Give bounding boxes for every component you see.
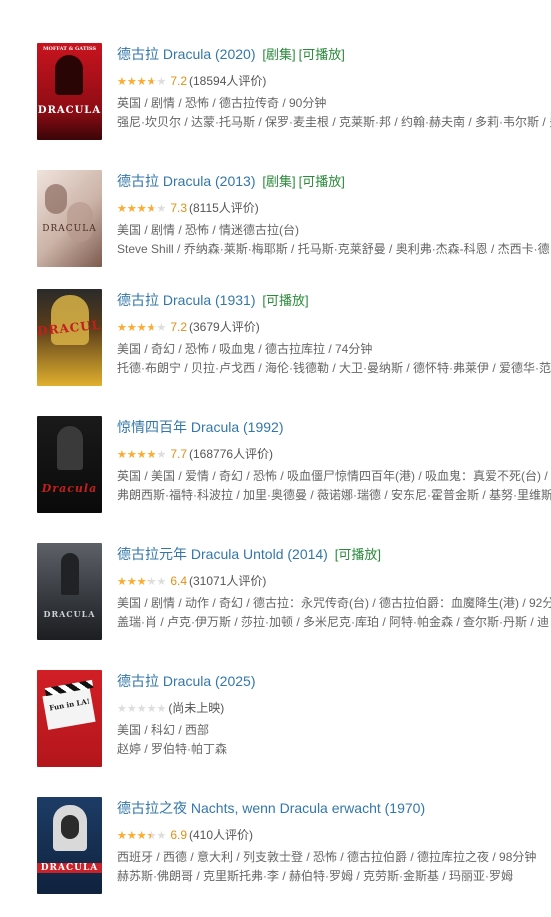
rating-stars-icon: ★★★★★★★★★★ (117, 322, 167, 334)
movie-cast-info: 盖瑞·肖 / 卢克·伊万斯 / 莎拉·加顿 / 多米尼克·库珀 / 阿特·帕金森… (117, 615, 549, 629)
movie-meta-info: 美国 / 剧情 / 恐怖 / 情迷德古拉(台) (117, 223, 299, 237)
movie-cast-info: 弗朗西斯·福特·科波拉 / 加里·奥德曼 / 薇诺娜·瑞德 / 安东尼·霍普金斯… (117, 488, 551, 502)
tag-playable[interactable]: [可播放] (262, 293, 308, 308)
movie-result-list: MOFFAT & GATISS DRACULA 德古拉 Dracula (202… (0, 0, 551, 898)
list-item: DRACULA 德古拉元年 Dracula Untold (2014) [可播放… (0, 543, 551, 663)
movie-meta-info: 西班牙 / 西德 / 意大利 / 列支敦士登 / 恐怖 / 德古拉伯爵 / 德拉… (117, 850, 537, 864)
list-item: DRACULA 德古拉之夜 Nachts, wenn Dracula erwac… (0, 797, 551, 917)
movie-poster[interactable]: DRACULA (37, 170, 102, 267)
list-item: Fun in LA! 德古拉 Dracula (2025) ★★★★★★★★★★… (0, 670, 551, 790)
movie-title-link[interactable]: 德古拉之夜 Nachts, wenn Dracula erwacht (1970… (117, 800, 425, 816)
rating-count: (尚未上映) (168, 701, 225, 715)
rating-count: (18594人评价) (189, 74, 267, 88)
movie-cast-info: 赫苏斯·佛朗哥 / 克里斯托弗·李 / 赫伯特·罗姆 / 克劳斯·金斯基 / 玛… (117, 869, 513, 883)
rating-score: 7.2 (170, 74, 187, 88)
movie-cast-info: 托德·布朗宁 / 贝拉·卢戈西 / 海伦·钱德勒 / 大卫·曼纳斯 / 德怀特·… (117, 361, 551, 375)
tag-series[interactable]: [剧集] (262, 47, 295, 62)
list-item: DRACULA 德古拉 Dracula (2013) [剧集] [可播放] ★★★… (0, 170, 551, 290)
rating-count: (168776人评价) (189, 447, 274, 461)
movie-poster[interactable]: DRACULA (37, 543, 102, 640)
movie-poster[interactable]: Dracula (37, 416, 102, 513)
rating-score: 6.4 (170, 574, 187, 588)
movie-title-link[interactable]: 德古拉元年 Dracula Untold (2014) (117, 546, 328, 562)
tag-playable[interactable]: [可播放] (299, 174, 345, 189)
movie-meta-info: 英国 / 美国 / 爱情 / 奇幻 / 恐怖 / 吸血僵尸惊情四百年(港) / … (117, 469, 548, 483)
movie-title-link[interactable]: 德古拉 Dracula (2013) (117, 173, 256, 189)
movie-poster[interactable]: Fun in LA! (37, 670, 102, 767)
tag-playable[interactable]: [可播放] (335, 547, 381, 562)
rating-score: 7.2 (170, 320, 187, 334)
tag-series[interactable]: [剧集] (262, 174, 295, 189)
rating-stars-icon: ★★★★★★★★★★ (117, 830, 167, 842)
rating-stars-icon: ★★★★★★★★★★ (117, 203, 167, 215)
movie-poster[interactable]: DRACULA (37, 797, 102, 894)
list-item: Dracula 惊情四百年 Dracula (1992) ★★★★★★★★★★7… (0, 416, 551, 536)
rating-stars-icon: ★★★★★★★★★★ (117, 76, 167, 88)
tag-playable[interactable]: [可播放] (299, 47, 345, 62)
rating-count: (31071人评价) (189, 574, 267, 588)
movie-title-link[interactable]: 德古拉 Dracula (2020) (117, 46, 256, 62)
rating-score: 7.3 (170, 201, 187, 215)
movie-title-link[interactable]: 德古拉 Dracula (2025) (117, 673, 256, 689)
movie-cast-info: 赵婷 / 罗伯特·帕丁森 (117, 742, 227, 756)
rating-count: (410人评价) (189, 828, 254, 842)
movie-title-link[interactable]: 德古拉 Dracula (1931) (117, 292, 256, 308)
movie-poster[interactable]: MOFFAT & GATISS DRACULA (37, 43, 102, 140)
movie-meta-info: 美国 / 奇幻 / 恐怖 / 吸血鬼 / 德古拉库拉 / 74分钟 (117, 342, 373, 356)
list-item: MOFFAT & GATISS DRACULA 德古拉 Dracula (202… (0, 43, 551, 163)
rating-score: 6.9 (170, 828, 187, 842)
list-item: DRACULA 德古拉 Dracula (1931) [可播放] ★★★★★ ★★… (0, 289, 551, 409)
movie-meta-info: 美国 / 科幻 / 西部 (117, 723, 210, 737)
movie-meta-info: 英国 / 剧情 / 恐怖 / 德古拉传奇 / 90分钟 (117, 96, 327, 110)
rating-stars-icon: ★★★★★★★★★★ (117, 449, 167, 461)
movie-title-link[interactable]: 惊情四百年 Dracula (1992) (117, 419, 284, 435)
rating-stars-icon: ★★★★★★★★★★ (117, 703, 167, 715)
movie-cast-info: 强尼·坎贝尔 / 达蒙·托马斯 / 保罗·麦圭根 / 克莱斯·邦 / 约翰·赫夫… (117, 115, 551, 129)
movie-cast-info: Steve Shill / 乔纳森·莱斯·梅耶斯 / 托马斯·克莱舒曼 / 奥利… (117, 242, 550, 256)
rating-count: (8115人评价) (189, 201, 259, 215)
movie-poster[interactable]: DRACULA (37, 289, 102, 386)
rating-score: 7.7 (170, 447, 187, 461)
rating-count: (3679人评价) (189, 320, 260, 334)
movie-meta-info: 美国 / 剧情 / 动作 / 奇幻 / 德古拉：永咒传奇(台) / 德古拉伯爵：… (117, 596, 551, 610)
rating-stars-icon: ★★★★★★★★★★ (117, 576, 167, 588)
